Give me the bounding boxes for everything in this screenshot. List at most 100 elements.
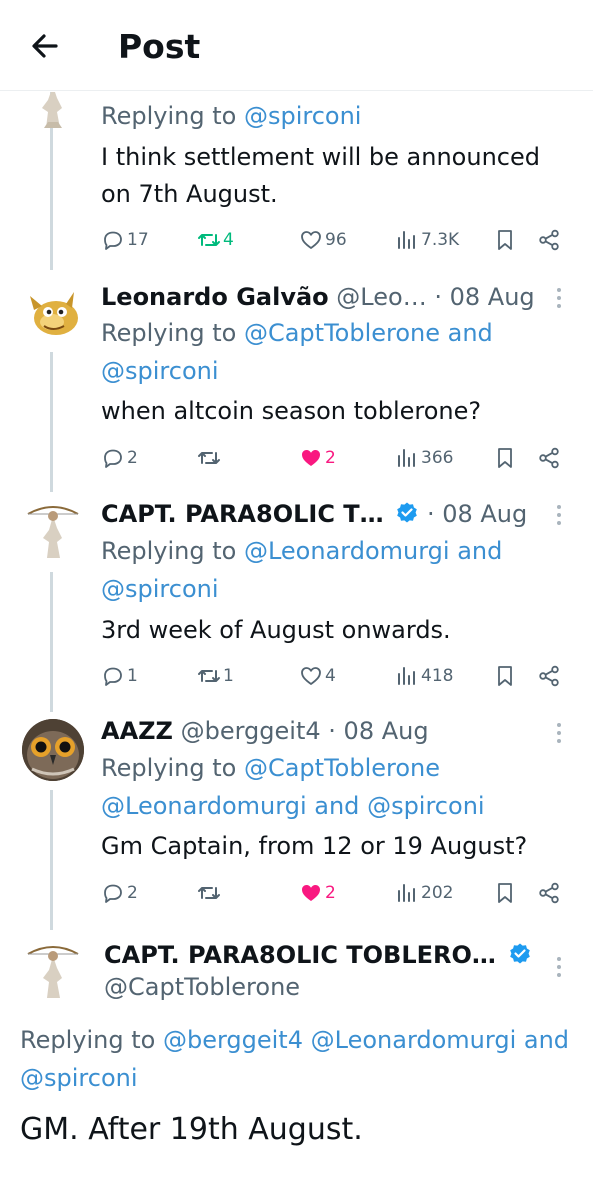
verified-badge-icon xyxy=(509,943,530,964)
tweet-header: CAPT. PARA8OLIC TOBLERO… xyxy=(104,938,543,972)
mention-link[interactable]: @spirconi xyxy=(367,792,485,820)
display-name[interactable]: AAZZ xyxy=(101,717,173,745)
bookmark-button[interactable] xyxy=(493,225,517,255)
replying-to: Replying to @spirconi xyxy=(101,97,573,135)
tweet-date[interactable]: 08 Aug xyxy=(442,500,527,528)
tweet-text: 3rd week of August onwards. xyxy=(101,616,451,644)
back-arrow-icon[interactable] xyxy=(26,26,66,66)
mention-link[interactable]: @CaptToblerone xyxy=(244,319,440,347)
retweet-icon xyxy=(198,234,220,246)
heart-icon xyxy=(301,231,321,249)
bookmark-icon xyxy=(498,230,512,250)
retweet-icon xyxy=(198,670,220,682)
mention-and: and xyxy=(457,537,503,565)
replying-to-label: Replying to xyxy=(101,537,237,565)
heart-filled-icon xyxy=(302,885,320,901)
mention-link[interactable]: @spirconi xyxy=(101,575,219,603)
mention-link[interactable]: @spirconi xyxy=(20,1064,138,1092)
reply-count: 1 xyxy=(127,666,138,686)
reply-count: 2 xyxy=(127,883,138,903)
views-button[interactable]: 418 xyxy=(395,661,453,691)
bookmark-button[interactable] xyxy=(493,878,517,908)
avatar[interactable] xyxy=(22,282,84,344)
retweet-button[interactable]: 1 xyxy=(197,661,234,691)
mention-link[interactable]: @spirconi xyxy=(244,102,362,130)
display-name[interactable]: CAPT. PARA8OLIC T… xyxy=(101,500,384,528)
retweet-count: 4 xyxy=(223,230,234,250)
thread-line xyxy=(50,790,53,930)
tweet-date[interactable]: 08 Aug xyxy=(344,717,429,745)
reply-button[interactable]: 2 xyxy=(101,443,138,473)
display-name[interactable]: CAPT. PARA8OLIC TOBLERO… xyxy=(104,941,496,969)
replying-to-label: Replying to xyxy=(101,102,237,130)
views-button[interactable]: 366 xyxy=(395,443,453,473)
retweet-button[interactable] xyxy=(197,878,223,908)
replying-to: Replying to @CaptToblerone @Leonardomurg… xyxy=(101,749,573,825)
tweet-text: I think settlement will be announced on … xyxy=(101,143,540,208)
user-handle[interactable]: @CaptToblerone xyxy=(104,970,300,1004)
like-button[interactable]: 96 xyxy=(299,225,347,255)
reply-icon xyxy=(104,884,122,903)
user-handle[interactable]: @Leo… xyxy=(336,283,426,311)
views-bar-chart-icon xyxy=(398,884,415,902)
avatar[interactable] xyxy=(22,940,84,1002)
retweet-button[interactable] xyxy=(197,443,223,473)
bookmark-icon xyxy=(498,666,512,686)
verified-badge-icon xyxy=(397,502,418,523)
user-handle[interactable]: @berggeit4 xyxy=(181,717,321,745)
mention-link[interactable]: @Leonardomurgi xyxy=(101,792,307,820)
share-button[interactable] xyxy=(537,661,561,691)
heart-filled-icon xyxy=(302,450,320,466)
more-options-icon[interactable] xyxy=(549,498,569,532)
like-button[interactable]: 4 xyxy=(299,661,336,691)
display-name[interactable]: Leonardo Galvão xyxy=(101,283,329,311)
header-divider xyxy=(0,90,593,91)
tweet-header: CAPT. PARA8OLIC T… · 08 Aug xyxy=(101,497,543,531)
page-title: Post xyxy=(118,27,201,66)
like-button[interactable]: 2 xyxy=(299,878,336,908)
share-button[interactable] xyxy=(537,225,561,255)
bookmark-icon xyxy=(498,448,512,468)
avatar[interactable] xyxy=(22,500,84,562)
bookmark-button[interactable] xyxy=(493,661,517,691)
retweet-icon xyxy=(198,887,220,899)
tweet-text: Gm Captain, from 12 or 19 August? xyxy=(101,832,528,860)
tweet-text: when altcoin season toblerone? xyxy=(101,397,482,425)
views-button[interactable]: 7.3K xyxy=(395,225,459,255)
share-button[interactable] xyxy=(537,878,561,908)
like-count: 96 xyxy=(325,230,347,250)
tweet-text: GM. After 19th August. xyxy=(20,1112,363,1147)
retweet-icon xyxy=(198,452,220,464)
thread-line xyxy=(50,572,53,712)
more-options-icon[interactable] xyxy=(549,950,569,984)
reply-icon xyxy=(104,231,122,250)
replying-to: Replying to @Leonardomurgi and @spirconi xyxy=(101,532,573,608)
mention-link[interactable]: @spirconi xyxy=(101,357,219,385)
views-bar-chart-icon xyxy=(398,231,415,249)
views-button[interactable]: 202 xyxy=(395,878,453,908)
mention-link[interactable]: @Leonardomurgi xyxy=(311,1026,517,1054)
avatar[interactable] xyxy=(22,719,84,781)
tweet-date[interactable]: 08 Aug xyxy=(450,283,535,311)
mention-link[interactable]: @CaptToblerone xyxy=(244,754,440,782)
view-count: 366 xyxy=(421,448,454,468)
more-options-icon[interactable] xyxy=(549,716,569,750)
more-options-icon[interactable] xyxy=(549,281,569,315)
share-icon xyxy=(539,882,559,904)
thread-line xyxy=(50,352,53,492)
replying-to-label: Replying to xyxy=(101,754,237,782)
mention-link[interactable]: @Leonardomurgi xyxy=(244,537,450,565)
mention-link[interactable]: @berggeit4 xyxy=(163,1026,303,1054)
like-button[interactable]: 2 xyxy=(299,443,336,473)
heart-icon xyxy=(301,667,321,685)
reply-button[interactable]: 17 xyxy=(101,225,149,255)
action-bar: 2 2 202 xyxy=(101,878,571,908)
share-button[interactable] xyxy=(537,443,561,473)
reply-button[interactable]: 1 xyxy=(101,661,138,691)
share-icon xyxy=(539,447,559,469)
retweet-button[interactable]: 4 xyxy=(197,225,234,255)
separator-dot: · xyxy=(434,283,442,311)
bookmark-button[interactable] xyxy=(493,443,517,473)
separator-dot: · xyxy=(426,500,435,528)
reply-button[interactable]: 2 xyxy=(101,878,138,908)
